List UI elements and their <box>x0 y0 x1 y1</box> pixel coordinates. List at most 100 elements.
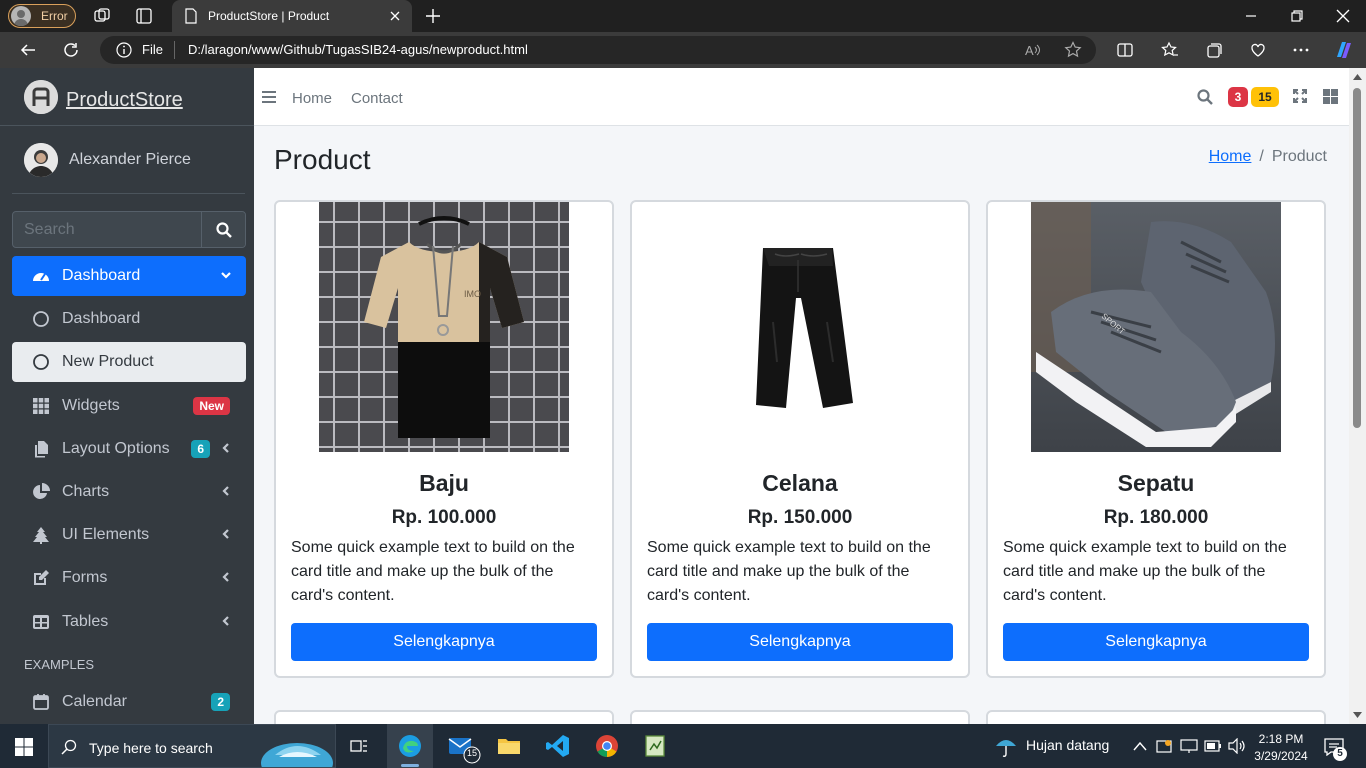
sidebar-item-layout-options[interactable]: Layout Options 6 <box>12 429 246 469</box>
battery-icon[interactable] <box>1204 740 1222 752</box>
close-window-icon[interactable] <box>1335 8 1351 24</box>
sidebar-item-widgets[interactable]: Widgets New <box>12 386 246 426</box>
user-name[interactable]: Alexander Pierce <box>69 151 191 169</box>
collections-icon[interactable] <box>1205 41 1223 59</box>
search-icon[interactable] <box>1197 89 1213 105</box>
sidebar-item-ui-elements[interactable]: UI Elements <box>12 515 246 555</box>
task-view-icon[interactable] <box>350 738 368 754</box>
windows-start-icon[interactable] <box>15 738 33 756</box>
clock[interactable]: 2:18 PM 3/29/2024 <box>1252 731 1310 765</box>
new-tab-icon[interactable] <box>424 7 442 25</box>
mail-taskbar-button[interactable]: 15 <box>438 724 484 768</box>
more-menu-icon[interactable] <box>1292 41 1310 59</box>
page-scrollbar[interactable] <box>1349 68 1366 724</box>
vscode-icon <box>546 735 569 757</box>
edge-icon <box>399 735 421 757</box>
app-taskbar-button[interactable] <box>632 724 678 768</box>
product-image-pants <box>675 202 925 452</box>
count-badge: 6 <box>191 440 210 458</box>
taskbar-search[interactable]: Type here to search <box>48 724 336 768</box>
nav-link-home[interactable]: Home <box>292 90 332 107</box>
windows-taskbar: Type here to search 15 Hujan datang 2:18… <box>0 724 1366 768</box>
product-card: SPORT Sepatu Rp. 180.000 Some quick exam… <box>986 200 1326 678</box>
product-price: Rp. 150.000 <box>747 507 853 528</box>
sidebar-item-label: Tables <box>62 613 109 630</box>
read-aloud-icon[interactable]: A <box>1024 41 1042 59</box>
product-card <box>986 710 1326 724</box>
separator <box>174 41 175 59</box>
brand-link[interactable]: ProductStore <box>0 68 254 126</box>
details-button[interactable]: Selengkapnya <box>647 623 953 661</box>
network-icon[interactable] <box>1180 738 1198 754</box>
chrome-taskbar-button[interactable] <box>584 724 630 768</box>
vscode-taskbar-button[interactable] <box>535 724 581 768</box>
sidebar-search-button[interactable] <box>201 212 245 247</box>
grid-icon <box>33 398 49 414</box>
browser-essentials-icon[interactable] <box>1249 41 1267 59</box>
sidebar-item-dashboard[interactable]: Dashboard <box>12 299 246 339</box>
profile-button[interactable]: Error <box>8 4 76 28</box>
scroll-up-icon[interactable] <box>1353 74 1362 80</box>
sidebar-item-label: Forms <box>62 569 108 586</box>
restore-icon[interactable] <box>1289 8 1305 24</box>
copilot-icon[interactable] <box>1333 39 1355 61</box>
search-icon <box>61 739 77 755</box>
product-description: Some quick example text to build on the … <box>1003 539 1287 604</box>
section-header: EXAMPLES <box>24 657 95 672</box>
sidebar-item-charts[interactable]: Charts <box>12 472 246 512</box>
workspaces-icon[interactable] <box>93 7 111 25</box>
product-price: Rp. 100.000 <box>391 507 497 528</box>
minimize-icon[interactable] <box>1243 8 1259 24</box>
volume-icon[interactable] <box>1228 738 1246 754</box>
explorer-taskbar-button[interactable] <box>486 724 532 768</box>
control-sidebar-icon[interactable] <box>1323 89 1338 104</box>
nav-link-contact[interactable]: Contact <box>351 90 403 107</box>
details-button[interactable]: Selengkapnya <box>1003 623 1309 661</box>
address-bar[interactable]: File D:/laragon/www/Github/TugasSIB24-ag… <box>100 36 1096 64</box>
sidebar-item-label: Charts <box>62 483 110 500</box>
top-navbar: Home Contact 3 15 <box>254 68 1349 126</box>
close-tab-icon[interactable] <box>388 9 402 23</box>
sidebar-item-new-product[interactable]: New Product <box>12 342 246 382</box>
security-icon[interactable] <box>1156 738 1174 754</box>
chevron-down-icon <box>221 272 231 279</box>
details-button[interactable]: Selengkapnya <box>291 623 597 661</box>
vertical-tabs-icon[interactable] <box>135 7 153 25</box>
search-highlight-image <box>261 743 333 767</box>
back-icon[interactable] <box>19 41 37 59</box>
product-card: Celana Rp. 150.000 Some quick example te… <box>630 200 970 678</box>
folder-icon <box>498 739 520 754</box>
info-icon[interactable] <box>116 42 132 58</box>
url-text[interactable]: D:/laragon/www/Github/TugasSIB24-agus/ne… <box>188 42 528 57</box>
page-icon <box>185 8 197 24</box>
sidebar-item-forms[interactable]: Forms <box>12 558 246 598</box>
scroll-down-icon[interactable] <box>1353 712 1362 718</box>
hamburger-menu-icon[interactable] <box>262 91 276 103</box>
messages-badge[interactable]: 3 <box>1228 87 1248 107</box>
browser-tab-active[interactable]: ProductStore | Product <box>172 0 412 32</box>
breadcrumb-divider: / <box>1259 148 1264 165</box>
sidebar-search-input[interactable] <box>13 212 201 247</box>
favorites-icon[interactable] <box>1161 41 1179 59</box>
notifications-badge[interactable]: 15 <box>1251 87 1279 107</box>
circle-icon <box>33 354 49 370</box>
breadcrumb-home[interactable]: Home <box>1209 148 1252 165</box>
refresh-icon[interactable] <box>62 41 80 59</box>
favorite-star-icon[interactable] <box>1064 41 1082 59</box>
scrollbar-thumb[interactable] <box>1353 88 1361 428</box>
weather-rain-icon[interactable] <box>994 736 1020 758</box>
user-panel[interactable]: Alexander Pierce <box>12 126 245 194</box>
product-image-shoes: SPORT <box>1031 202 1281 452</box>
pie-chart-icon <box>33 483 50 499</box>
weather-text[interactable]: Hujan datang <box>1026 737 1109 753</box>
edge-taskbar-button[interactable] <box>387 724 433 768</box>
split-screen-icon[interactable] <box>1116 41 1134 59</box>
sidebar-item-tables[interactable]: Tables <box>12 602 246 642</box>
product-image-tshirt: IMO <box>319 202 569 452</box>
brand-name[interactable]: ProductStore <box>66 89 183 112</box>
fullscreen-icon[interactable] <box>1293 89 1307 103</box>
new-badge: New <box>193 397 230 415</box>
sidebar-item-calendar[interactable]: Calendar 2 <box>12 682 246 722</box>
sidebar-item-dashboard-menu[interactable]: Dashboard <box>12 256 246 296</box>
chevron-up-icon[interactable] <box>1133 741 1147 751</box>
